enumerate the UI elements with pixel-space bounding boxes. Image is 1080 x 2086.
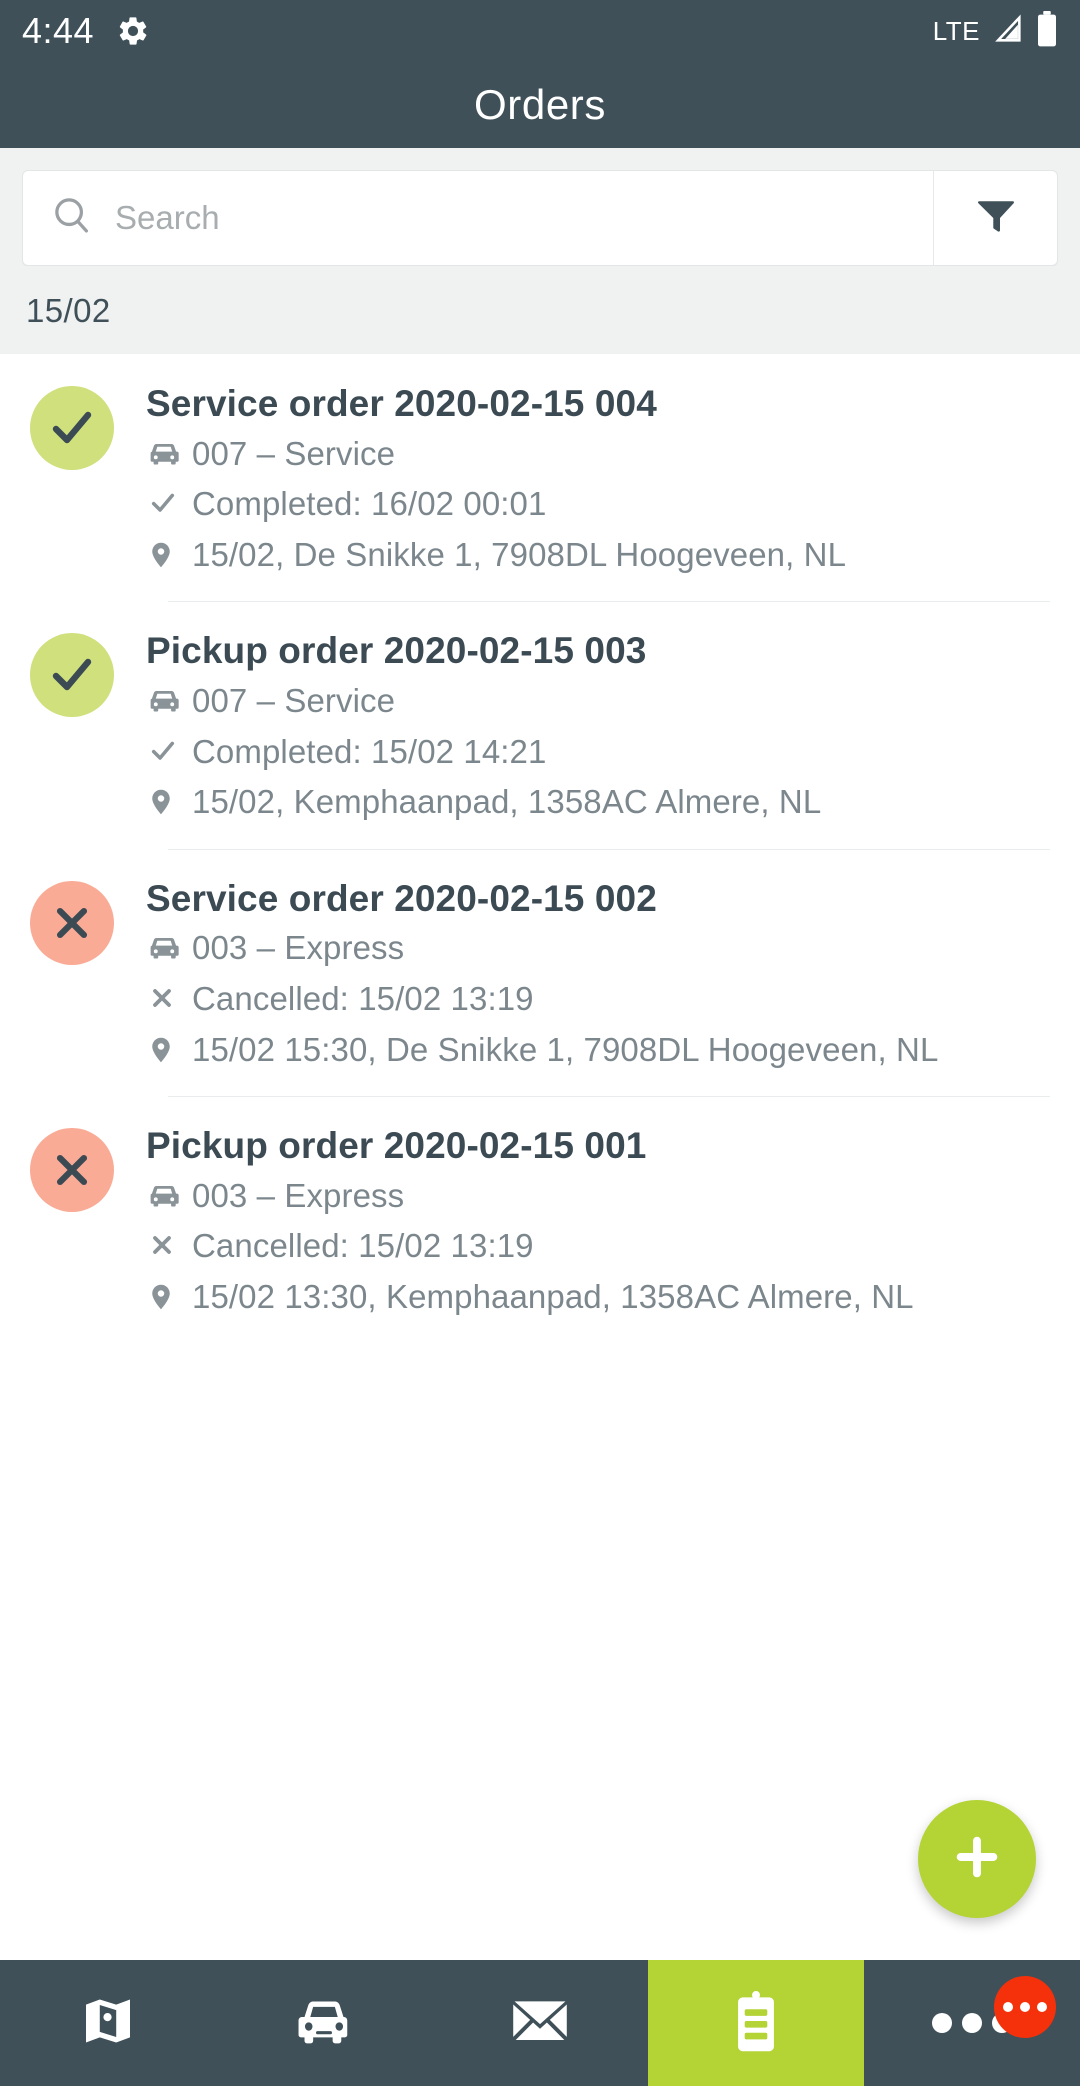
nav-item-map[interactable] [0,1960,216,2086]
search-bar: Search [22,170,1058,266]
app-bar: Orders [0,62,1080,148]
check-icon [52,659,92,691]
order-title: Service order 2020-02-15 004 [146,383,657,424]
nav-item-more[interactable] [864,1960,1080,2086]
order-location: 15/02 15:30, De Snikke 1, 7908DL Hoogeve… [192,1030,939,1068]
order-body: Service order 2020-02-15 004 007 – Servi… [146,382,1050,575]
list-item[interactable]: Pickup order 2020-02-15 001 003 – Expres… [0,1096,1080,1343]
order-vehicle-row: 003 – Express [146,927,1050,969]
order-location-row: 15/02, Kemphaanpad, 1358AC Almere, NL [146,781,1050,823]
dot [1003,2002,1013,2012]
order-location-row: 15/02 13:30, Kemphaanpad, 1358AC Almere,… [146,1276,1050,1318]
order-title: Pickup order 2020-02-15 001 [146,1125,647,1167]
list-item[interactable]: Pickup order 2020-02-15 003 007 – Servic… [0,601,1080,848]
order-vehicle: 007 – Service [192,434,396,472]
list-item[interactable]: Service order 2020-02-15 002 003 – Expre… [0,848,1080,1096]
car-icon [146,927,192,961]
map-pin-icon [146,1276,192,1312]
dot [1037,2002,1047,2012]
order-vehicle-row: 007 – Service [146,433,1050,475]
dot [1020,2002,1030,2012]
filter-icon [972,192,1020,245]
signal-icon [991,12,1025,51]
status-bar: 4:44 LTE [0,0,1080,62]
status-badge [30,1128,114,1213]
order-vehicle: 003 – Express [192,929,405,967]
check-icon [146,731,192,765]
order-location: 15/02, De Snikke 1, 7908DL Hoogeveen, NL [192,535,847,573]
order-state: Cancelled: 15/02 13:19 [192,1227,534,1265]
network-type-label: LTE [932,16,980,46]
search-icon [49,193,95,244]
status-bar-indicators: LTE [932,10,1058,52]
gear-icon [116,14,150,48]
car-icon [146,433,192,467]
nav-item-orders[interactable] [648,1960,864,2086]
bottom-navigation [0,1960,1080,2086]
order-state: Completed: 15/02 14:21 [192,732,547,770]
order-title: Pickup order 2020-02-15 003 [146,630,647,672]
envelope-icon [511,1998,569,2049]
dot [962,2013,982,2033]
check-icon [52,411,92,444]
date-group-label: 15/02 [26,292,111,329]
cross-icon [56,1155,88,1186]
check-icon [146,483,192,517]
order-state-row: Completed: 15/02 14:21 [146,731,1050,773]
search-input[interactable]: Search [23,171,933,265]
orders-list[interactable]: Service order 2020-02-15 004 007 – Servi… [0,354,1080,1960]
order-vehicle: 007 – Service [192,682,396,720]
nav-item-messages[interactable] [432,1960,648,2086]
status-badge [30,880,114,965]
car-icon [146,680,192,714]
search-placeholder: Search [115,199,220,236]
order-location: 15/02 13:30, Kemphaanpad, 1358AC Almere,… [192,1277,914,1315]
plus-icon [949,1829,1005,1890]
orders-screen: 4:44 LTE Orders Search 15/02 Service ord… [0,0,1080,2086]
map-pin-icon [146,534,192,570]
order-state-row: Cancelled: 15/02 13:19 [146,978,1050,1020]
filter-button[interactable] [933,171,1057,265]
order-vehicle-row: 003 – Express [146,1175,1050,1217]
notification-badge-icon [994,1976,1056,2038]
cross-icon [146,1225,192,1259]
order-body: Pickup order 2020-02-15 001 003 – Expres… [146,1124,1050,1317]
order-vehicle: 003 – Express [192,1176,405,1214]
status-bar-clock: 4:44 [22,10,95,51]
battery-icon [1036,10,1058,52]
page-title: Orders [474,81,606,128]
cross-icon [56,907,88,938]
order-location-row: 15/02, De Snikke 1, 7908DL Hoogeveen, NL [146,534,1050,576]
map-pin-icon [146,781,192,817]
order-location: 15/02, Kemphaanpad, 1358AC Almere, NL [192,783,822,821]
dot [932,2013,952,2033]
order-state: Cancelled: 15/02 13:19 [192,980,534,1018]
order-location-row: 15/02 15:30, De Snikke 1, 7908DL Hoogeve… [146,1029,1050,1071]
order-state-row: Cancelled: 15/02 13:19 [146,1225,1050,1267]
car-icon [293,1996,355,2051]
map-icon [79,1992,137,2055]
nav-item-vehicle[interactable] [216,1960,432,2086]
search-zone: Search [0,148,1080,266]
car-icon [146,1175,192,1209]
add-order-button[interactable] [918,1800,1036,1918]
order-title: Service order 2020-02-15 002 [146,877,657,919]
order-state: Completed: 16/02 00:01 [192,485,547,523]
date-group-header: 15/02 [0,266,1080,354]
order-state-row: Completed: 16/02 00:01 [146,483,1050,525]
status-badge [30,633,114,718]
status-badge [30,386,114,470]
order-body: Service order 2020-02-15 002 003 – Expre… [146,877,1050,1070]
clipboard-icon [729,1989,783,2058]
cross-icon [146,978,192,1012]
list-item[interactable]: Service order 2020-02-15 004 007 – Servi… [0,354,1080,601]
map-pin-icon [146,1029,192,1065]
order-body: Pickup order 2020-02-15 003 007 – Servic… [146,629,1050,822]
order-vehicle-row: 007 – Service [146,680,1050,722]
